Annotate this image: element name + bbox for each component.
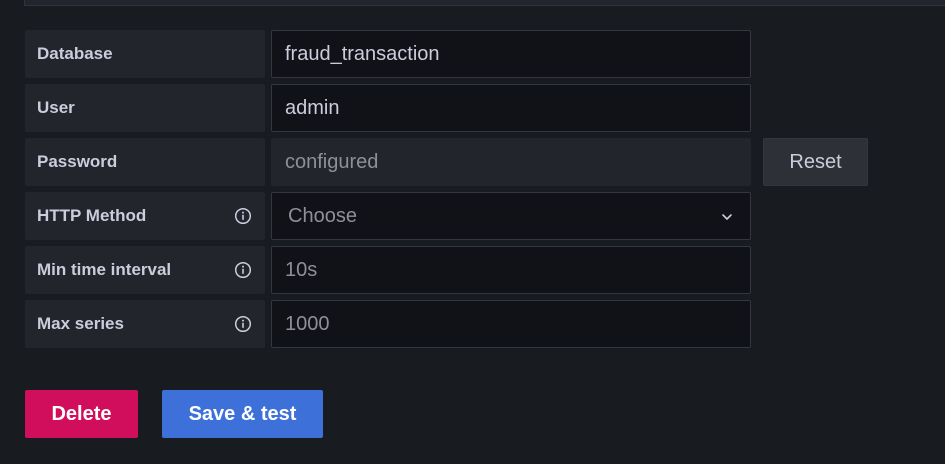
min-time-interval-label: Min time interval bbox=[25, 246, 265, 294]
min-time-interval-input[interactable]: 10s bbox=[271, 246, 751, 294]
reset-password-button[interactable]: Reset bbox=[763, 138, 868, 186]
info-icon[interactable] bbox=[234, 315, 252, 333]
http-method-selected: Choose bbox=[288, 204, 357, 227]
min-time-interval-placeholder: 10s bbox=[285, 258, 318, 281]
http-method-select[interactable]: Choose bbox=[271, 192, 751, 240]
max-series-label-text: Max series bbox=[37, 314, 124, 333]
http-method-label: HTTP Method bbox=[25, 192, 265, 240]
info-icon[interactable] bbox=[234, 261, 252, 279]
database-input[interactable]: fraud_transaction bbox=[271, 30, 751, 78]
chevron-down-icon bbox=[722, 214, 732, 220]
password-label-text: Password bbox=[37, 152, 118, 171]
database-value: fraud_transaction bbox=[285, 42, 440, 65]
user-label: User bbox=[25, 84, 265, 132]
save-and-test-button[interactable]: Save & test bbox=[162, 390, 323, 438]
max-series-label: Max series bbox=[25, 300, 265, 348]
max-series-input[interactable]: 1000 bbox=[271, 300, 751, 348]
database-label-text: Database bbox=[37, 44, 113, 63]
user-value: admin bbox=[285, 96, 340, 119]
password-row: Password configured Reset bbox=[25, 138, 870, 186]
http-method-label-text: HTTP Method bbox=[37, 206, 147, 225]
section-top-border bbox=[24, 0, 945, 6]
max-series-placeholder: 1000 bbox=[285, 312, 330, 335]
password-label: Password bbox=[25, 138, 265, 186]
min-time-interval-label-text: Min time interval bbox=[37, 260, 172, 279]
info-icon[interactable] bbox=[234, 207, 252, 225]
password-input: configured bbox=[271, 138, 751, 186]
password-configured-text: configured bbox=[285, 150, 379, 173]
user-label-text: User bbox=[37, 98, 75, 117]
database-label: Database bbox=[25, 30, 265, 78]
user-input[interactable]: admin bbox=[271, 84, 751, 132]
delete-button[interactable]: Delete bbox=[25, 390, 138, 438]
